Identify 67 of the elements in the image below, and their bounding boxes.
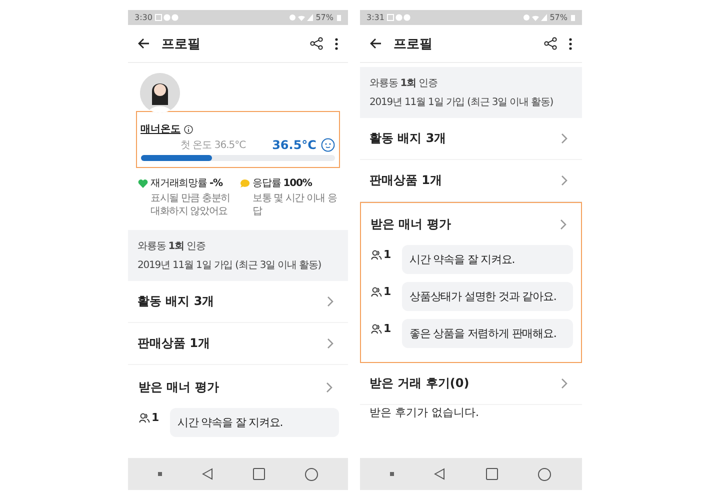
stat-description: 표시될 만큼 충분히 대화하지 않았어요: [150, 192, 231, 218]
stat-description: 보통 몇 시간 이내 응답: [252, 192, 338, 218]
heart-icon: [138, 178, 148, 188]
menu-row[interactable]: 받은 거래 후기(0): [360, 363, 582, 405]
review-bubble: 상품상태가 설명한 것과 같아요.: [402, 282, 572, 311]
status-time: 3:30: [134, 13, 152, 22]
recents-button[interactable]: [252, 468, 264, 480]
review-count: 1: [152, 411, 160, 424]
review-bubble: 시간 약속을 잘 지켜요.: [402, 245, 572, 274]
battery-level: 57%: [550, 13, 568, 22]
chevron-icon: [326, 338, 334, 349]
avatar: [140, 73, 180, 113]
status-time: 3:31: [366, 13, 384, 22]
smile-icon: [320, 138, 334, 152]
back-nav-button[interactable]: [434, 468, 446, 480]
temperature-value: 36.5°C: [272, 138, 316, 152]
menu-row[interactable]: 판매상품 1개: [128, 323, 348, 365]
info-text: 와룡동 1회 인증: [370, 77, 438, 90]
info-text: 2019년 11월 1일 가입 (최근 3일 이내 활동): [138, 259, 322, 272]
menu-row[interactable]: 받은 매너 평가: [360, 203, 580, 245]
info-text: 와룡동 1회 인증: [138, 240, 206, 253]
battery-level: 57%: [316, 13, 334, 22]
chevron-icon: [326, 382, 332, 392]
chevron-icon: [326, 296, 334, 307]
stat-label: 재거래희망률 -%: [150, 177, 224, 190]
menu-row[interactable]: 활동 배지 3개: [128, 281, 348, 323]
screen-title: 프로필: [394, 36, 434, 52]
signal-icons: [288, 14, 313, 21]
info-text: 2019년 11월 1일 가입 (최근 3일 이내 활동): [370, 96, 554, 109]
back-nav-button[interactable]: [202, 468, 212, 480]
chevron-icon: [560, 218, 566, 230]
back-button[interactable]: [370, 38, 382, 49]
review-count: 1: [384, 248, 392, 261]
home-button[interactable]: [538, 468, 552, 480]
stat-label: 응답률 100%: [252, 177, 313, 190]
more-icon[interactable]: [568, 38, 572, 50]
chevron-icon: [560, 133, 568, 144]
notification-icons: [155, 14, 180, 21]
signal-icons: [522, 14, 547, 21]
review-count: 1: [384, 322, 392, 335]
chevron-icon: [560, 378, 568, 389]
review-bubble: 시간 약속을 잘 지켜요.: [170, 408, 338, 437]
first-temperature: 첫 온도 36.5°C: [180, 139, 246, 152]
share-icon[interactable]: [310, 37, 322, 50]
people-icon: [370, 250, 382, 260]
manner-temperature-label[interactable]: 매너온도: [140, 122, 180, 136]
people-icon: [370, 286, 382, 296]
back-button[interactable]: [138, 38, 150, 49]
battery-icon: [570, 14, 574, 21]
battery-icon: [336, 14, 340, 21]
home-button[interactable]: [304, 468, 318, 480]
share-icon[interactable]: [544, 37, 556, 50]
info-icon[interactable]: [184, 124, 192, 134]
empty-message: 받은 후기가 없습니다.: [368, 405, 480, 420]
recents-button[interactable]: [486, 468, 498, 480]
menu-row[interactable]: 활동 배지 3개: [360, 118, 582, 160]
chevron-icon: [560, 175, 568, 186]
menu-row[interactable]: 판매상품 1개: [360, 160, 582, 202]
more-icon[interactable]: [334, 38, 338, 50]
speech-bubble-icon: [240, 178, 250, 188]
screen-title: 프로필: [162, 36, 202, 52]
menu-row[interactable]: 받은 매너 평가: [128, 366, 346, 408]
review-bubble: 좋은 상품을 저렴하게 판매해요.: [402, 319, 572, 348]
people-icon: [138, 412, 150, 422]
notification-icons: [387, 14, 412, 21]
people-icon: [370, 324, 382, 334]
review-count: 1: [384, 285, 392, 298]
